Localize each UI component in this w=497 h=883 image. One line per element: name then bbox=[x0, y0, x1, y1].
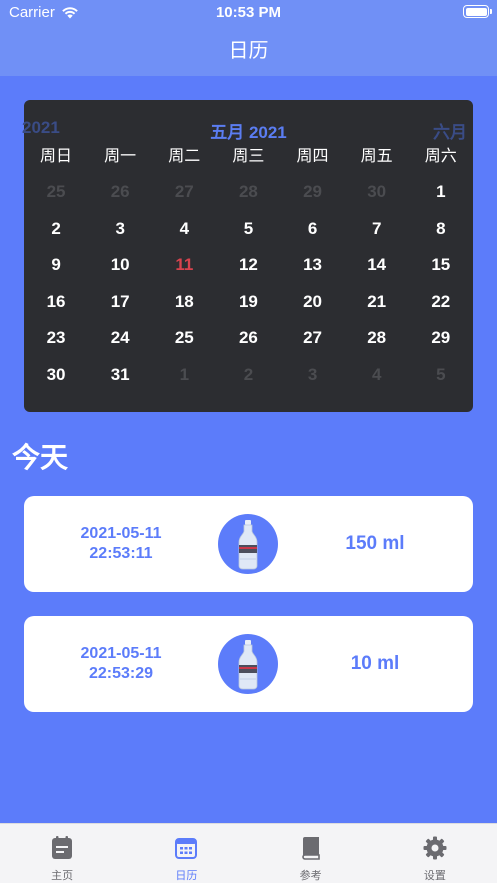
calendar-day[interactable]: 1 bbox=[152, 357, 216, 394]
calendar-month-title: 五月 2021 bbox=[210, 123, 287, 142]
calendar-day[interactable]: 13 bbox=[281, 247, 345, 284]
today-section-title: 今天 bbox=[12, 442, 69, 473]
calendar-day[interactable]: 30 bbox=[345, 174, 409, 211]
calendar-day[interactable]: 26 bbox=[216, 320, 280, 357]
calendar-day[interactable]: 14 bbox=[345, 247, 409, 284]
tab-bar: 主页 日历 参考 设置 bbox=[0, 823, 497, 883]
calendar-day[interactable]: 5 bbox=[409, 357, 473, 394]
calendar-day[interactable]: 30 bbox=[24, 357, 88, 394]
status-time: 10:53 PM bbox=[215, 4, 282, 21]
calendar-day[interactable]: 28 bbox=[216, 174, 280, 211]
calendar-day[interactable]: 17 bbox=[88, 284, 152, 321]
calendar: 2021 五月 2021 六月 周日 周一 周二 周三 周四 周五 周六 25 2… bbox=[22, 100, 473, 412]
calendar-days-grid: 25 26 27 28 29 30 1 2 3 4 5 6 7 8 9 10 11 12 13 14 15 16 17 18 1… bbox=[24, 174, 473, 394]
book-icon bbox=[301, 837, 320, 860]
record-datetime: 2021-05-11 22:53:29 bbox=[44, 644, 198, 684]
water-bottle-icon bbox=[218, 634, 278, 694]
status-bar: Carrier 10:53 PM bbox=[0, 0, 497, 26]
calendar-day[interactable]: 23 bbox=[24, 320, 88, 357]
calendar-day[interactable]: 3 bbox=[281, 357, 345, 394]
weekday-label: 周四 bbox=[296, 148, 329, 165]
calendar-day[interactable]: 12 bbox=[216, 247, 280, 284]
page-title: 日历 bbox=[228, 40, 269, 62]
calendar-day[interactable]: 25 bbox=[152, 320, 216, 357]
calendar-day[interactable]: 1 bbox=[409, 174, 473, 211]
nav-bar: 日历 bbox=[0, 26, 497, 76]
record-amount: 150 ml bbox=[345, 533, 405, 554]
calendar-day[interactable]: 27 bbox=[152, 174, 216, 211]
calendar-day[interactable]: 18 bbox=[152, 284, 216, 321]
weekday-label: 周六 bbox=[424, 148, 457, 165]
record-time: 22:53:11 bbox=[89, 545, 153, 562]
water-bottle-icon bbox=[218, 514, 278, 574]
calendar-day[interactable]: 7 bbox=[345, 211, 409, 248]
calendar-day[interactable]: 28 bbox=[345, 320, 409, 357]
tab-reference[interactable]: 参考 bbox=[249, 824, 373, 883]
calendar-day[interactable]: 29 bbox=[281, 174, 345, 211]
weekday-row: 周日 周一 周二 周三 周四 周五 周六 bbox=[24, 142, 473, 166]
weekday-label: 周二 bbox=[168, 148, 201, 165]
weekday-label: 周三 bbox=[232, 148, 265, 165]
water-record-card[interactable]: 2021-05-11 22:53:11 150 ml bbox=[24, 496, 473, 592]
calendar-day[interactable]: 6 bbox=[281, 211, 345, 248]
note-icon bbox=[52, 836, 73, 859]
calendar-day[interactable]: 26 bbox=[88, 174, 152, 211]
weekday-label: 周五 bbox=[360, 148, 393, 165]
calendar-day[interactable]: 22 bbox=[409, 284, 473, 321]
calendar-day[interactable]: 31 bbox=[88, 357, 152, 394]
tab-settings[interactable]: 设置 bbox=[373, 824, 497, 883]
calendar-day[interactable]: 16 bbox=[24, 284, 88, 321]
calendar-day[interactable]: 3 bbox=[88, 211, 152, 248]
calendar-day[interactable]: 15 bbox=[409, 247, 473, 284]
calendar-day[interactable]: 19 bbox=[216, 284, 280, 321]
record-date: 2021-05-11 bbox=[80, 645, 162, 662]
tab-label: 设置 bbox=[423, 870, 446, 882]
calendar-icon bbox=[175, 838, 198, 859]
calendar-day-today[interactable]: 11 bbox=[152, 247, 216, 284]
record-amount: 10 ml bbox=[350, 653, 400, 674]
calendar-next-button[interactable]: 六月 bbox=[433, 118, 467, 143]
tab-label: 日历 bbox=[175, 870, 198, 882]
record-date: 2021-05-11 bbox=[80, 525, 162, 542]
weekday-label: 周一 bbox=[104, 148, 137, 165]
calendar-day[interactable]: 29 bbox=[409, 320, 473, 357]
weekday-label: 周日 bbox=[40, 148, 73, 165]
tab-calendar[interactable]: 日历 bbox=[124, 824, 248, 883]
calendar-day[interactable]: 2 bbox=[24, 211, 88, 248]
calendar-day[interactable]: 5 bbox=[216, 211, 280, 248]
tab-home[interactable]: 主页 bbox=[0, 824, 124, 883]
tab-label: 参考 bbox=[299, 870, 322, 882]
tab-label: 主页 bbox=[51, 870, 74, 882]
calendar-day[interactable]: 4 bbox=[345, 357, 409, 394]
record-time: 22:53:29 bbox=[88, 665, 154, 682]
calendar-day[interactable]: 27 bbox=[281, 320, 345, 357]
calendar-day[interactable]: 10 bbox=[88, 247, 152, 284]
calendar-header: 2021 五月 2021 六月 bbox=[22, 118, 473, 143]
water-record-card[interactable]: 2021-05-11 22:53:29 10 ml bbox=[24, 616, 473, 712]
gear-icon bbox=[423, 836, 447, 860]
calendar-day[interactable]: 25 bbox=[24, 174, 88, 211]
calendar-day[interactable]: 24 bbox=[88, 320, 152, 357]
calendar-day[interactable]: 2 bbox=[216, 357, 280, 394]
calendar-day[interactable]: 9 bbox=[24, 247, 88, 284]
calendar-day[interactable]: 4 bbox=[152, 211, 216, 248]
battery-icon bbox=[463, 5, 492, 18]
calendar-day[interactable]: 20 bbox=[281, 284, 345, 321]
record-datetime: 2021-05-11 22:53:11 bbox=[44, 524, 198, 564]
calendar-day[interactable]: 8 bbox=[409, 211, 473, 248]
calendar-day[interactable]: 21 bbox=[345, 284, 409, 321]
